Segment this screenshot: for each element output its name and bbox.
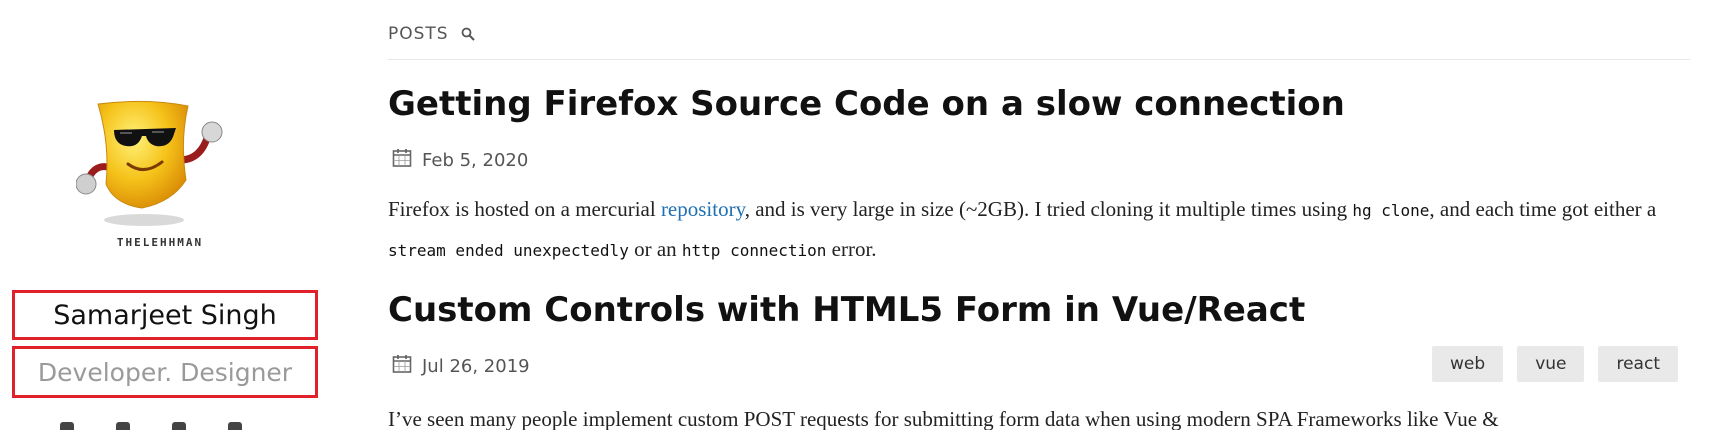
post-tags: web vue react	[1432, 346, 1678, 382]
sidebar: THELEHHMAN Samarjeet Singh Developer. De…	[0, 0, 320, 430]
tag-web[interactable]: web	[1432, 346, 1504, 382]
excerpt-text: or an	[628, 237, 682, 261]
post-date: Jul 26, 2019	[422, 356, 530, 377]
calendar-icon	[392, 354, 412, 379]
tag-react[interactable]: react	[1598, 346, 1678, 382]
social-links	[60, 422, 280, 430]
inline-code: http connection	[681, 241, 827, 260]
author-tagline: Developer. Designer	[37, 357, 293, 387]
author-name[interactable]: Samarjeet Singh	[53, 300, 277, 331]
repository-link[interactable]: repository	[661, 197, 745, 221]
excerpt-text: error.	[826, 237, 877, 261]
top-nav: POSTS	[388, 22, 1690, 60]
email-icon[interactable]	[228, 422, 242, 430]
post-title[interactable]: Getting Firefox Source Code on a slow co…	[388, 84, 1345, 124]
tag-vue[interactable]: vue	[1517, 346, 1585, 382]
avatar-caption: THELEHHMAN	[116, 236, 204, 249]
post-meta: Jul 26, 2019	[392, 354, 530, 379]
inline-code: stream ended unexpectedly	[388, 241, 629, 260]
calendar-icon	[392, 148, 412, 173]
post-title[interactable]: Custom Controls with HTML5 Form in Vue/R…	[388, 290, 1305, 330]
main-content: POSTS Getting Firefox Source Code on a s…	[388, 0, 1690, 430]
excerpt-text: I’ve seen many people implement custom P…	[388, 407, 1499, 430]
mascot-logo-icon	[75, 100, 223, 226]
post-meta: Feb 5, 2020	[392, 148, 528, 173]
twitter-icon[interactable]	[116, 422, 130, 430]
author-tagline-box: Developer. Designer	[12, 346, 318, 398]
post-excerpt: Firefox is hosted on a mercurial reposit…	[388, 190, 1688, 270]
author-name-box: Samarjeet Singh	[12, 290, 318, 340]
nav-posts-link[interactable]: POSTS	[388, 22, 449, 46]
excerpt-text: , and each time got either a	[1429, 197, 1657, 221]
search-icon[interactable]	[461, 22, 479, 46]
post-date: Feb 5, 2020	[422, 150, 529, 171]
excerpt-text: , and is very large in size (~2GB). I tr…	[744, 197, 1353, 221]
github-icon[interactable]	[60, 422, 74, 430]
post-excerpt: I’ve seen many people implement custom P…	[388, 400, 1688, 430]
inline-code: hg clone	[1352, 201, 1430, 220]
excerpt-text: Firefox is hosted on a mercurial	[388, 197, 661, 221]
avatar[interactable]	[75, 100, 246, 230]
linkedin-icon[interactable]	[172, 422, 186, 430]
